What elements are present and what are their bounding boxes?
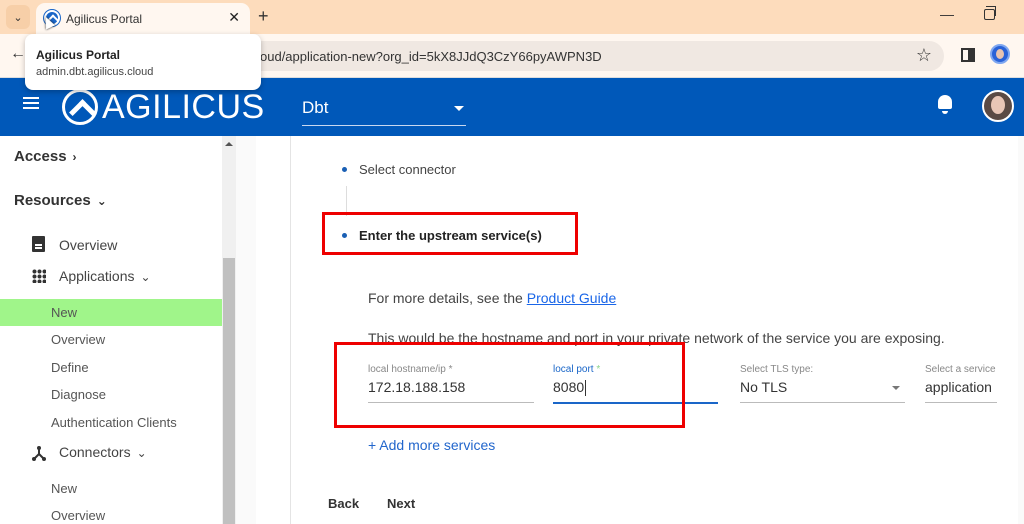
brand-logo-text: AGILICUS (102, 88, 265, 126)
stepper-divider (290, 136, 291, 524)
scrollbar-thumb[interactable] (223, 258, 235, 524)
content-gutter (236, 136, 256, 524)
details-text: For more details, see the Product Guide (368, 290, 617, 306)
sidebar-nav: Access › Resources ⌄ Overview Applications… (0, 136, 222, 524)
tls-type-value: No TLS (740, 379, 788, 395)
active-item-highlight (0, 299, 222, 326)
address-url: oud/application-new?org_id=5kX8JJdQ3CzY6… (260, 49, 602, 64)
star-icon[interactable]: ☆ (916, 45, 932, 66)
profile-avatar-icon[interactable] (990, 44, 1010, 64)
back-button[interactable]: Back (328, 496, 359, 511)
annotation-highlight-box (334, 342, 685, 428)
minimize-icon[interactable]: — (940, 6, 954, 22)
field-underline (925, 402, 997, 403)
right-gutter (1018, 136, 1024, 524)
chevron-down-icon: ⌄ (96, 194, 107, 208)
product-guide-link[interactable]: Product Guide (527, 290, 617, 306)
field-underline (740, 402, 905, 403)
apps-grid-icon (32, 269, 46, 283)
dropdown-arrow-icon (892, 386, 900, 390)
sidebar-item-applications-new[interactable]: New (51, 305, 77, 320)
chevron-down-icon: ⌄ (136, 446, 147, 460)
sidebar-item-applications-overview[interactable]: Overview (51, 332, 105, 347)
tab-title: Agilicus Portal (66, 12, 143, 26)
service-select-label: Select a service (925, 364, 996, 375)
document-icon (32, 236, 45, 252)
sidebar-item-connectors-overview[interactable]: Overview (51, 508, 105, 523)
chevron-down-icon: ⌄ (13, 11, 23, 24)
sidebar-item-overview[interactable]: Overview (59, 237, 117, 253)
restore-icon[interactable] (984, 6, 996, 20)
tab-hover-card: Agilicus Portal admin.dbt.agilicus.cloud (25, 34, 261, 90)
agilicus-logo-icon (62, 89, 98, 125)
tls-type-label: Select TLS type: (740, 364, 814, 375)
sidebar-item-connectors[interactable]: Connectors ⌄ (59, 444, 147, 460)
browser-tabstrip: ⌄ Agilicus Portal ✕ + — (0, 0, 1024, 34)
sidebar-item-authentication-clients[interactable]: Authentication Clients (51, 415, 177, 430)
chevron-right-icon: › (72, 150, 77, 164)
tab-list-button[interactable]: ⌄ (6, 5, 30, 29)
step-bullet (342, 167, 347, 172)
close-icon[interactable]: ✕ (228, 9, 240, 26)
browser-tab[interactable]: Agilicus Portal ✕ (36, 3, 250, 34)
dropdown-arrow-icon (454, 106, 464, 111)
sidebar-item-applications-diagnose[interactable]: Diagnose (51, 387, 106, 402)
new-tab-button[interactable]: + (258, 6, 269, 27)
sidebar-item-connectors-new[interactable]: New (51, 481, 77, 496)
sidebar-item-applications-define[interactable]: Define (51, 360, 89, 375)
side-panel-icon[interactable] (961, 48, 975, 62)
service-select[interactable]: Select a service application (925, 364, 997, 406)
next-button[interactable]: Next (387, 496, 415, 511)
organization-select[interactable]: Dbt (302, 92, 466, 126)
hover-card-url: admin.dbt.agilicus.cloud (36, 66, 154, 78)
annotation-highlight-box (322, 212, 578, 255)
scroll-up-arrow-icon[interactable] (225, 142, 233, 146)
sidebar-scrollbar[interactable] (222, 136, 236, 524)
chevron-down-icon: ⌄ (140, 270, 151, 284)
notifications-bell-icon[interactable] (938, 95, 952, 114)
sidebar-section-access[interactable]: Access › (14, 148, 77, 165)
sidebar-section-resources[interactable]: Resources ⌄ (14, 192, 107, 209)
hover-card-title: Agilicus Portal (36, 48, 121, 62)
organization-value: Dbt (302, 98, 329, 117)
hamburger-menu-icon[interactable] (23, 97, 39, 109)
user-avatar[interactable] (982, 90, 1014, 122)
tls-type-select[interactable]: Select TLS type: No TLS (740, 364, 905, 406)
arrow-left-icon[interactable]: ← (10, 45, 26, 63)
step-select-connector[interactable]: Select connector (359, 162, 456, 177)
sidebar-item-applications[interactable]: Applications ⌄ (59, 268, 151, 284)
service-select-value: application (925, 379, 992, 395)
add-more-services-button[interactable]: + Add more services (368, 437, 495, 453)
connectors-icon (32, 446, 46, 461)
